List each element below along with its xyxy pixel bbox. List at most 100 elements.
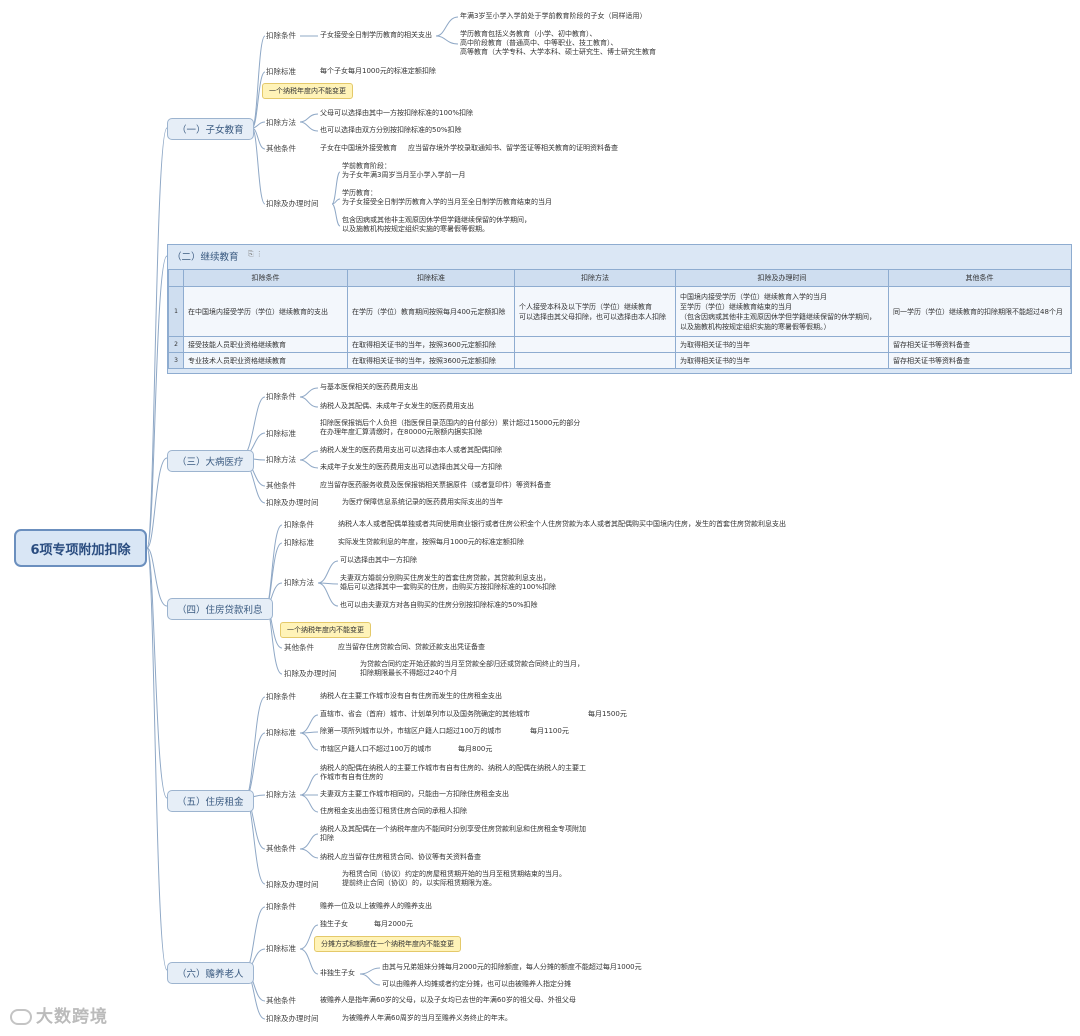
s4-cat-standard[interactable]: 扣除标准 xyxy=(284,538,314,547)
root-node[interactable]: 6项专项附加扣除 xyxy=(14,529,147,567)
table-cell: 留存相关证书等资料备查 xyxy=(888,352,1071,369)
topic-housing-rent[interactable]: （五）住房租金 xyxy=(167,790,254,812)
table-header-cell: 扣除标准 xyxy=(347,269,515,287)
s4-time[interactable]: 为贷款合同约定开始还款的当月至贷款全部归还或贷款合同终止的当月， 扣除期限最长不… xyxy=(360,660,584,678)
s5-standard-c-value[interactable]: 每月800元 xyxy=(458,745,492,754)
table-cell: 为取得相关证书的当年 xyxy=(675,336,889,353)
s1-cat-conditions[interactable]: 扣除条件 xyxy=(266,31,296,40)
topic-mortgage-interest[interactable]: （四）住房贷款利息 xyxy=(167,598,273,620)
s5-cat-other[interactable]: 其他条件 xyxy=(266,844,296,853)
s3-time[interactable]: 为医疗保障信息系统记录的医药费用实际支出的当年 xyxy=(342,498,503,507)
s3-cat-time[interactable]: 扣除及办理时间 xyxy=(266,498,319,507)
s6-cat-time[interactable]: 扣除及办理时间 xyxy=(266,1014,319,1023)
s5-cat-time[interactable]: 扣除及办理时间 xyxy=(266,880,319,889)
table-row: 2 接受技能人员职业资格继续教育 在取得相关证书的当年，按照3600元定额扣除 … xyxy=(168,336,1071,353)
row-index: 2 xyxy=(168,336,184,353)
s3-cat-other[interactable]: 其他条件 xyxy=(266,481,296,490)
table-cell: 留存相关证书等资料备查 xyxy=(888,336,1071,353)
s3-method-b[interactable]: 未成年子女发生的医药费用支出可以选择由其父母一方扣除 xyxy=(320,463,502,472)
s3-cat-conditions[interactable]: 扣除条件 xyxy=(266,392,296,401)
s5-cat-conditions[interactable]: 扣除条件 xyxy=(266,692,296,701)
s1-cat-other[interactable]: 其他条件 xyxy=(266,144,296,153)
s1-standard[interactable]: 每个子女每月1000元的标准定额扣除 xyxy=(320,67,436,76)
s4-cat-time[interactable]: 扣除及办理时间 xyxy=(284,669,337,678)
s1-method-b[interactable]: 也可以选择由双方分别按扣除标准的50%扣除 xyxy=(320,126,462,135)
table-cell: 中国境内接受学历（学位）继续教育入学的当月 至学历（学位）继续教育结束的当月 （… xyxy=(675,286,889,337)
topic-continuing-education[interactable]: （二）继续教育 xyxy=(172,249,239,263)
table-cell: 专业技术人员职业资格继续教育 xyxy=(183,352,348,369)
s1-time-c[interactable]: 包含因病或其他非主观原因休学但学籍继续保留的休学期间， 以及施教机构按规定组织实… xyxy=(342,216,531,234)
s6-other[interactable]: 被赡养人是指年满60岁的父母，以及子女均已去世的年满60岁的祖父母、外祖父母 xyxy=(320,996,576,1005)
s6-cat-conditions[interactable]: 扣除条件 xyxy=(266,902,296,911)
watermark-text: 大数跨境 xyxy=(36,1007,108,1027)
table-header-row: 扣除条件 扣除标准 扣除方法 扣除及办理时间 其他条件 xyxy=(168,269,1071,287)
s1-note[interactable]: 一个纳税年度内不能变更 xyxy=(262,83,353,99)
s1-condition[interactable]: 子女接受全日制学历教育的相关支出 xyxy=(320,31,432,40)
s5-standard-a-value[interactable]: 每月1500元 xyxy=(588,710,627,719)
s4-other[interactable]: 应当留存住房贷款合同、贷款还款支出凭证备查 xyxy=(338,643,485,652)
table-header-cell: 其他条件 xyxy=(888,269,1071,287)
s3-other[interactable]: 应当留存医药服务收费及医保报销相关票据原件（或者复印件）等资料备查 xyxy=(320,481,551,490)
topic-elderly-support[interactable]: （六）赡养老人 xyxy=(167,962,254,984)
s4-method-b[interactable]: 夫妻双方婚前分别购买住房发生的首套住房贷款，其贷款利息支出， 婚后可以选择其中一… xyxy=(340,574,556,592)
table-cell: 接受技能人员职业资格继续教育 xyxy=(183,336,348,353)
s5-standard-b[interactable]: 除第一项所列城市以外，市辖区户籍人口超过100万的城市 xyxy=(320,727,501,736)
table-grid: 扣除条件 扣除标准 扣除方法 扣除及办理时间 其他条件 1 在中国境内接受学历（… xyxy=(168,269,1071,369)
s5-other-b[interactable]: 纳税人应当留存住房租赁合同、协议等有关资料备查 xyxy=(320,853,481,862)
row-index: 3 xyxy=(168,352,184,369)
table-cell xyxy=(514,336,676,353)
s1-cat-standard[interactable]: 扣除标准 xyxy=(266,67,296,76)
s4-cat-method[interactable]: 扣除方法 xyxy=(284,578,314,587)
s6-not-only-a[interactable]: 由其与兄弟姐妹分摊每月2000元的扣除额度，每人分摊的额度不能超过每月1000元 xyxy=(382,963,642,972)
table-cell xyxy=(514,352,676,369)
topic-medical[interactable]: （三）大病医疗 xyxy=(167,450,254,472)
s3-standard[interactable]: 扣除医保报销后个人负担（指医保目录范围内的自付部分）累计超过15000元的部分 … xyxy=(320,419,580,437)
s3-cat-standard[interactable]: 扣除标准 xyxy=(266,429,296,438)
s6-only-child-value[interactable]: 每月2000元 xyxy=(374,920,413,929)
s6-note[interactable]: 分摊方式和额度在一个纳税年度内不能变更 xyxy=(314,936,461,952)
s5-method-c[interactable]: 住房租金支出由签订租赁住房合同的承租人扣除 xyxy=(320,807,467,816)
s6-not-only-child[interactable]: 非独生子女 xyxy=(320,969,355,978)
s5-method-b[interactable]: 夫妻双方主要工作城市相同的，只能由一方扣除住房租金支出 xyxy=(320,790,509,799)
s3-condition-b[interactable]: 纳税人及其配偶、未成年子女发生的医药费用支出 xyxy=(320,402,474,411)
s5-other-a[interactable]: 纳税人及其配偶在一个纳税年度内不能同时分别享受住房贷款利息和住房租金专项附加 扣… xyxy=(320,825,586,843)
s6-time[interactable]: 为被赡养人年满60周岁的当月至赡养义务终止的年末。 xyxy=(342,1014,512,1023)
continuing-education-table: （二）继续教育 ⎘ ⋮ 扣除条件 扣除标准 扣除方法 扣除及办理时间 其他条件 … xyxy=(167,244,1072,374)
s6-condition[interactable]: 赡养一位及以上被赡养人的赡养支出 xyxy=(320,902,432,911)
s3-cat-method[interactable]: 扣除方法 xyxy=(266,455,296,464)
s4-method-a[interactable]: 可以选择由其中一方扣除 xyxy=(340,556,417,565)
s4-condition[interactable]: 纳税人本人或者配偶单独或者共同使用商业银行或者住房公积金个人住房贷款为本人或者其… xyxy=(338,520,786,529)
s4-note[interactable]: 一个纳税年度内不能变更 xyxy=(280,622,371,638)
s6-not-only-b[interactable]: 可以由赡养人均摊或者约定分摊，也可以由被赡养人指定分摊 xyxy=(382,980,571,989)
s3-method-a[interactable]: 纳税人发生的医药费用支出可以选择由本人或者其配偶扣除 xyxy=(320,446,502,455)
s1-cat-method[interactable]: 扣除方法 xyxy=(266,118,296,127)
s5-standard-c[interactable]: 市辖区户籍人口不超过100万的城市 xyxy=(320,745,431,754)
s4-cat-conditions[interactable]: 扣除条件 xyxy=(284,520,314,529)
s5-time[interactable]: 为租赁合同（协议）约定的房屋租赁期开始的当月至租赁期结束的当月。 提前终止合同（… xyxy=(342,870,566,888)
s5-standard-a[interactable]: 直辖市、省会（首府）城市、计划单列市以及国务院确定的其他城市 xyxy=(320,710,530,719)
table-row: 1 在中国境内接受学历（学位）继续教育的支出 在学历（学位）教育期间按照每月40… xyxy=(168,286,1071,337)
s5-method-a[interactable]: 纳税人的配偶在纳税人的主要工作城市有自有住房的、纳税人的配偶在纳税人的主要工 作… xyxy=(320,764,586,782)
topic-child-education[interactable]: （一）子女教育 xyxy=(167,118,254,140)
s6-cat-other[interactable]: 其他条件 xyxy=(266,996,296,1005)
s1-time-a[interactable]: 学前教育阶段： 为子女年满3周岁当月至小学入学前一月 xyxy=(342,162,465,180)
s1-condition-b[interactable]: 学历教育包括义务教育（小学、初中教育）、 高中阶段教育（普通高中、中等职业、技工… xyxy=(460,30,656,57)
s6-only-child[interactable]: 独生子女 xyxy=(320,920,348,929)
s6-cat-standard[interactable]: 扣除标准 xyxy=(266,944,296,953)
s1-cat-time[interactable]: 扣除及办理时间 xyxy=(266,199,319,208)
table-header-cell: 扣除方法 xyxy=(514,269,676,287)
s1-other-b[interactable]: 应当留存境外学校录取通知书、留学签证等相关教育的证明资料备查 xyxy=(408,144,618,153)
s5-cat-standard[interactable]: 扣除标准 xyxy=(266,728,296,737)
s5-condition[interactable]: 纳税人在主要工作城市没有自有住房而发生的住房租金支出 xyxy=(320,692,502,701)
s5-standard-b-value[interactable]: 每月1100元 xyxy=(530,727,569,736)
s1-condition-a[interactable]: 年满3岁至小学入学前处于学前教育阶段的子女（同样适用） xyxy=(460,12,646,21)
s1-method-a[interactable]: 父母可以选择由其中一方按扣除标准的100%扣除 xyxy=(320,109,473,118)
s4-cat-other[interactable]: 其他条件 xyxy=(284,643,314,652)
s5-cat-method[interactable]: 扣除方法 xyxy=(266,790,296,799)
s1-other[interactable]: 子女在中国境外接受教育 xyxy=(320,144,397,153)
table-tools-icon[interactable]: ⎘ ⋮ xyxy=(248,250,263,259)
s3-condition-a[interactable]: 与基本医保相关的医药费用支出 xyxy=(320,383,418,392)
s4-method-c[interactable]: 也可以由夫妻双方对各自购买的住房分别按扣除标准的50%扣除 xyxy=(340,601,538,610)
s4-standard[interactable]: 实际发生贷款利息的年度，按照每月1000元的标准定额扣除 xyxy=(338,538,524,547)
s1-time-b[interactable]: 学历教育： 为子女接受全日制学历教育入学的当月至全日制学历教育结束的当月 xyxy=(342,189,552,207)
